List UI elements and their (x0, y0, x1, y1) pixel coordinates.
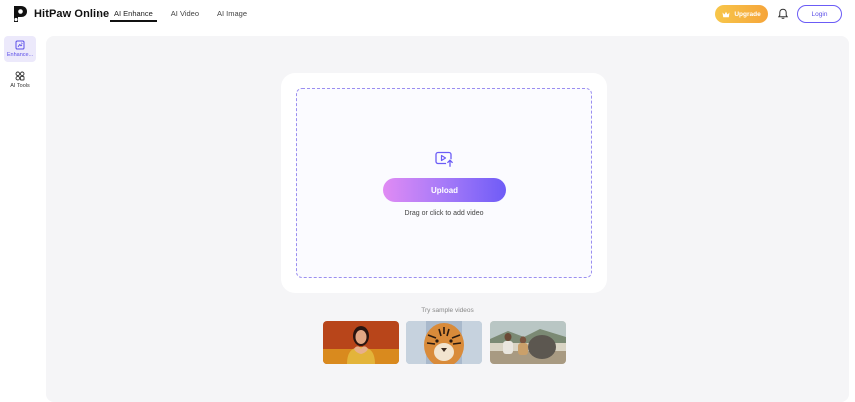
sidebar: Enhance... AI Tools (0, 36, 40, 98)
crown-icon (722, 11, 730, 17)
upgrade-button[interactable]: Upgrade (715, 5, 768, 23)
tools-icon (15, 71, 25, 81)
nav-ai-video[interactable]: AI Video (171, 9, 199, 21)
samples-label: Try sample videos (421, 307, 474, 314)
sample-video-outdoors[interactable] (490, 321, 566, 364)
upload-card: Upload Drag or click to add video (281, 73, 607, 293)
woman-heart-hands-thumbnail (323, 321, 399, 364)
header-divider (99, 10, 100, 19)
hitpaw-logo-icon (14, 6, 27, 22)
main-nav: AI Enhance AI Video AI Image (110, 9, 247, 22)
nav-ai-image[interactable]: AI Image (217, 9, 247, 21)
video-upload-icon (435, 151, 454, 167)
sidebar-item-label: Enhance... (6, 52, 34, 58)
sidebar-item-enhance[interactable]: Enhance... (4, 36, 36, 62)
bell-icon[interactable] (777, 8, 789, 20)
upload-dropzone[interactable]: Upload Drag or click to add video (296, 88, 592, 278)
nav-ai-enhance[interactable]: AI Enhance (110, 9, 157, 22)
sample-video-woman[interactable] (323, 321, 399, 364)
two-men-outdoors-thumbnail (490, 321, 566, 364)
brand-name: HitPaw Online (34, 8, 110, 20)
main-panel: Upload Drag or click to add video Try sa… (46, 36, 849, 402)
tiger-thumbnail (406, 321, 482, 364)
sample-video-tiger[interactable] (406, 321, 482, 364)
login-button[interactable]: Login (797, 5, 842, 23)
brand-logo[interactable]: HitPaw Online (12, 5, 109, 23)
upload-hint: Drag or click to add video (404, 210, 484, 217)
upload-button[interactable]: Upload (383, 178, 506, 202)
top-bar: HitPaw Online AI Enhance AI Video AI Ima… (0, 0, 855, 30)
sidebar-item-ai-tools[interactable]: AI Tools (4, 67, 36, 93)
upgrade-label: Upgrade (734, 10, 761, 18)
enhance-icon (15, 40, 25, 50)
sidebar-item-label: AI Tools (10, 83, 30, 89)
